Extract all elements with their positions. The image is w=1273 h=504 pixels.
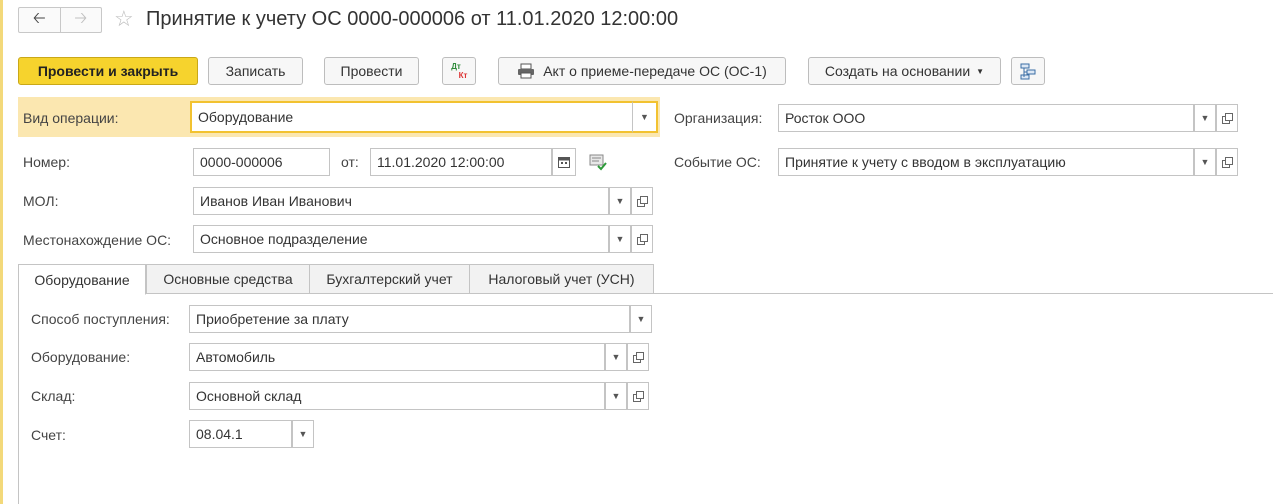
equipment-open-button[interactable]: [627, 343, 649, 371]
dropdown-arrow-icon: ▼: [1200, 157, 1210, 167]
dropdown-arrow-icon: ▼: [640, 112, 649, 122]
create-based-on-label: Создать на основании: [824, 63, 971, 79]
operation-field[interactable]: Оборудование: [190, 101, 632, 133]
structure-tree-icon: [1020, 63, 1036, 80]
equipment-dropdown-button[interactable]: ▼: [605, 343, 627, 371]
warehouse-field[interactable]: Основной склад: [189, 382, 605, 410]
event-label: Событие ОС:: [674, 154, 761, 170]
dt-kt-icon-bottom: Кт: [458, 71, 468, 80]
dropdown-arrow-icon: ▼: [1200, 113, 1210, 123]
open-icon: [1222, 157, 1233, 168]
warehouse-label: Склад:: [31, 388, 76, 404]
post-and-close-button[interactable]: Провести и закрыть: [18, 57, 198, 85]
print-act-label: Акт о приеме-передаче ОС (ОС-1): [543, 63, 767, 79]
dropdown-arrow-icon: ▼: [611, 352, 621, 362]
warehouse-open-button[interactable]: [627, 382, 649, 410]
comment-check-icon[interactable]: [589, 153, 607, 171]
dt-kt-button[interactable]: Дт Кт: [442, 57, 476, 85]
window-left-border: [0, 0, 3, 504]
tab-equipment[interactable]: Оборудование: [18, 264, 146, 295]
open-icon: [637, 234, 648, 245]
tab-tax-accounting[interactable]: Налоговый учет (УСН): [469, 264, 654, 294]
method-field[interactable]: Приобретение за плату: [189, 305, 630, 333]
mol-field[interactable]: Иванов Иван Иванович: [193, 187, 609, 215]
create-based-on-button[interactable]: Создать на основании ▼: [808, 57, 1001, 85]
warehouse-dropdown-button[interactable]: ▼: [605, 382, 627, 410]
structure-button[interactable]: [1011, 57, 1045, 85]
dropdown-arrow-icon: ▼: [611, 391, 621, 401]
account-label: Счет:: [31, 427, 66, 443]
operation-dropdown-button[interactable]: ▼: [632, 101, 658, 133]
event-dropdown-button[interactable]: ▼: [1194, 148, 1216, 176]
date-label: от:: [341, 154, 359, 170]
printer-icon: [518, 63, 535, 79]
mol-open-button[interactable]: [631, 187, 653, 215]
location-label: Местонахождение ОС:: [23, 232, 172, 248]
forward-button[interactable]: 🡢: [59, 8, 102, 32]
organization-label: Организация:: [674, 110, 763, 126]
dropdown-arrow-icon: ▼: [298, 429, 308, 439]
location-open-button[interactable]: [631, 225, 653, 253]
calendar-button[interactable]: [552, 148, 576, 176]
operation-label: Вид операции:: [23, 110, 119, 126]
location-dropdown-button[interactable]: ▼: [609, 225, 631, 253]
open-icon: [637, 196, 648, 207]
account-field[interactable]: 08.04.1: [189, 420, 292, 448]
dropdown-arrow-icon: ▼: [615, 196, 625, 206]
equipment-field[interactable]: Автомобиль: [189, 343, 605, 371]
dt-kt-icon-top: Дт: [451, 62, 461, 71]
dropdown-arrow-icon: ▼: [976, 66, 985, 76]
save-button[interactable]: Записать: [208, 57, 303, 85]
print-act-button[interactable]: Акт о приеме-передаче ОС (ОС-1): [498, 57, 786, 85]
calendar-icon: [558, 157, 570, 168]
open-icon: [633, 391, 644, 402]
page-title: Принятие к учету ОС 0000-000006 от 11.01…: [146, 8, 679, 30]
tab-fixed-assets[interactable]: Основные средства: [146, 264, 310, 294]
event-field[interactable]: Принятие к учету с вводом в эксплуатацию: [778, 148, 1194, 176]
tab-panel-border: [18, 294, 19, 504]
number-field[interactable]: 0000-000006: [193, 148, 330, 176]
back-button[interactable]: 🡠: [19, 8, 60, 32]
number-label: Номер:: [23, 154, 70, 170]
date-field[interactable]: 11.01.2020 12:00:00: [370, 148, 552, 176]
arrow-right-icon: 🡢: [74, 9, 88, 27]
favorite-star-icon[interactable]: ☆: [114, 6, 134, 32]
open-icon: [633, 352, 644, 363]
open-icon: [1222, 113, 1233, 124]
tab-accounting[interactable]: Бухгалтерский учет: [309, 264, 470, 294]
account-dropdown-button[interactable]: ▼: [292, 420, 314, 448]
method-label: Способ поступления:: [31, 311, 170, 327]
organization-field[interactable]: Росток ООО: [778, 104, 1194, 132]
organization-dropdown-button[interactable]: ▼: [1194, 104, 1216, 132]
arrow-left-icon: 🡠: [32, 9, 46, 27]
method-dropdown-button[interactable]: ▼: [630, 305, 652, 333]
equipment-label: Оборудование:: [31, 349, 131, 365]
post-button[interactable]: Провести: [324, 57, 419, 85]
event-open-button[interactable]: [1216, 148, 1238, 176]
mol-dropdown-button[interactable]: ▼: [609, 187, 631, 215]
mol-label: МОЛ:: [23, 193, 59, 209]
dropdown-arrow-icon: ▼: [636, 314, 646, 324]
navigation-buttons: 🡠 🡢: [18, 7, 102, 33]
organization-open-button[interactable]: [1216, 104, 1238, 132]
location-field[interactable]: Основное подразделение: [193, 225, 609, 253]
dropdown-arrow-icon: ▼: [615, 234, 625, 244]
